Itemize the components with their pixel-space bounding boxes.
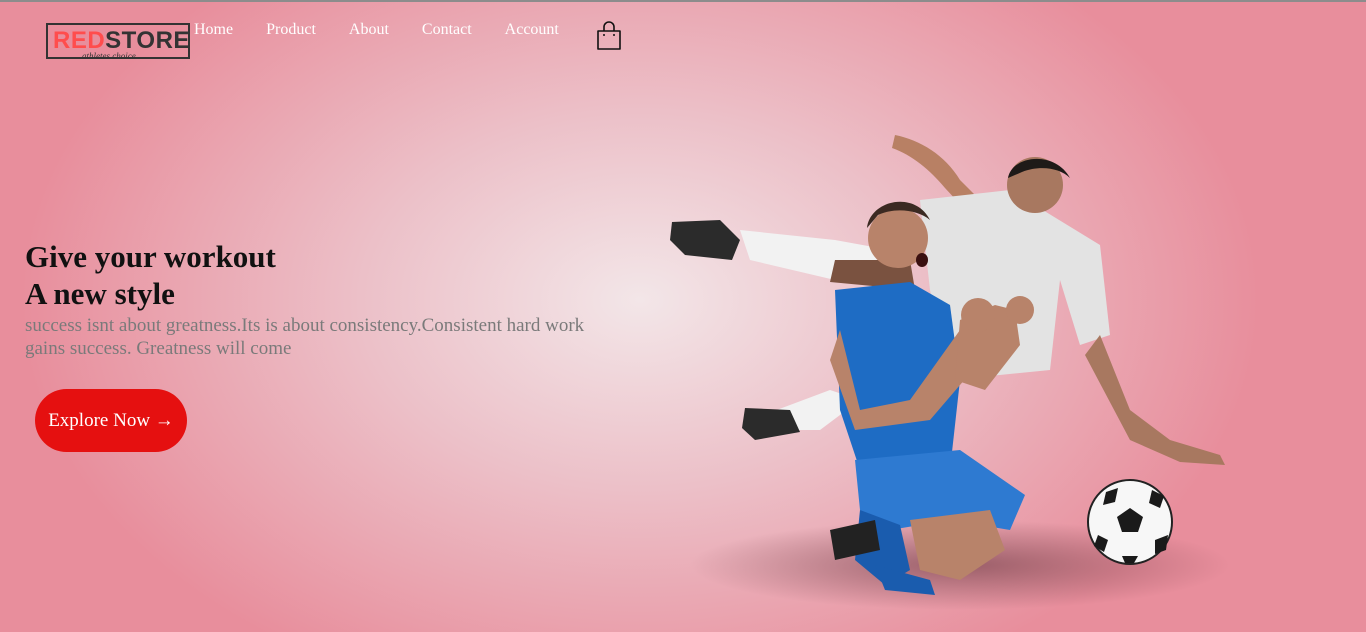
logo-text-red: RED	[53, 27, 106, 54]
hero-headline: Give your workout A new style	[25, 238, 276, 312]
top-border	[0, 0, 1366, 2]
nav-link-about[interactable]: About	[349, 20, 389, 40]
hero-description: success isnt about greatness.Its is abou…	[25, 315, 585, 359]
nav-link-product[interactable]: Product	[266, 20, 316, 40]
nav-link-account[interactable]: Account	[505, 20, 559, 40]
shopping-bag-icon[interactable]	[596, 21, 622, 51]
logo-text-dark: STORE	[105, 27, 190, 54]
nav-link-home[interactable]: Home	[194, 20, 233, 40]
soccer-players-image	[670, 135, 1230, 610]
nav-link-contact[interactable]: Contact	[422, 20, 472, 40]
logo-tagline: athletes choice	[82, 51, 136, 61]
logo[interactable]: REDSTORE athletes choice	[46, 23, 190, 61]
headline-line-2: A new style	[25, 276, 175, 311]
main-nav: Home Product About Contact Account	[194, 20, 592, 40]
explore-now-button[interactable]: Explore Now →	[35, 389, 187, 452]
headline-line-1: Give your workout	[25, 239, 276, 274]
